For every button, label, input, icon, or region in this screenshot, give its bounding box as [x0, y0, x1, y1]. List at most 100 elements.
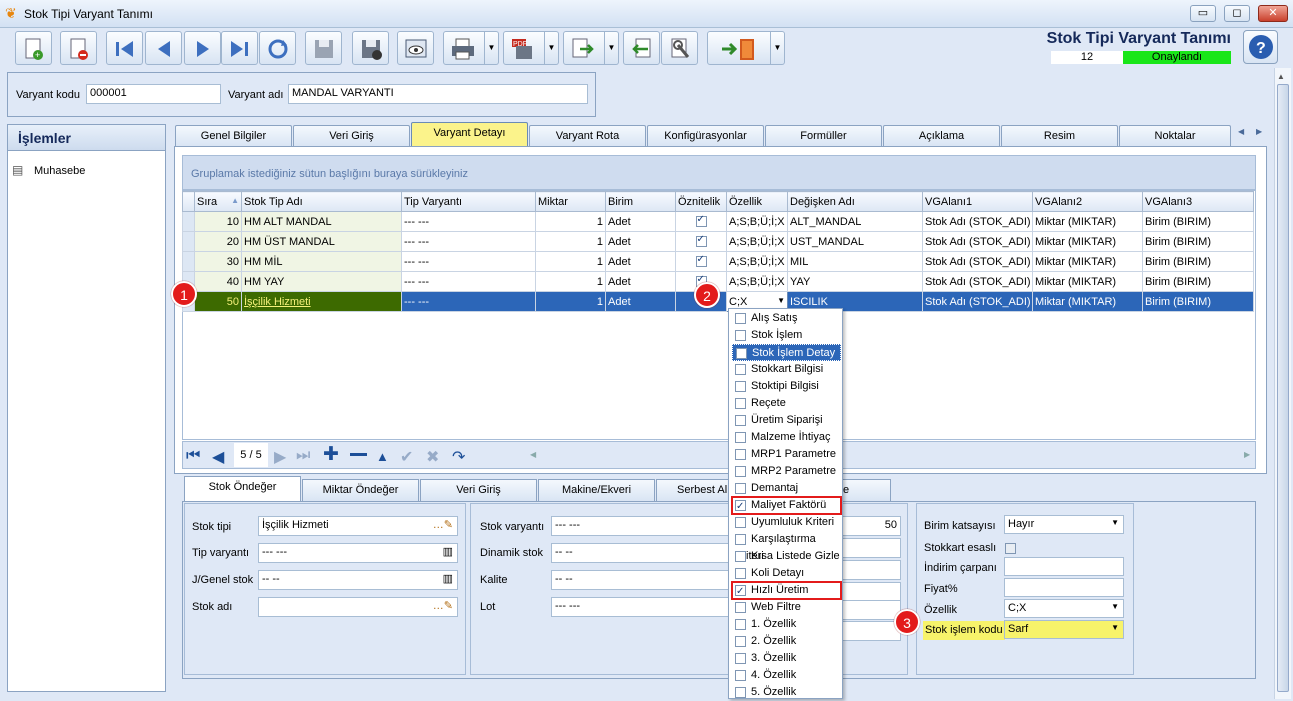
col-sira[interactable]: Sıra ▲	[194, 191, 242, 212]
nav-first-icon[interactable]: ⏮	[186, 447, 200, 465]
dropdown-item-checkbox[interactable]	[735, 516, 746, 528]
first-record-button[interactable]	[106, 31, 143, 65]
dropdown-item-checkbox[interactable]	[735, 380, 746, 392]
field-2[interactable]	[841, 538, 901, 558]
jgenel-stok-input[interactable]: -- -- ▥	[258, 570, 458, 590]
field-4[interactable]	[841, 582, 901, 602]
nav-post-icon[interactable]: ✔	[400, 447, 413, 467]
fiyat-input[interactable]	[1004, 578, 1124, 597]
dropdown-item-checkbox[interactable]	[735, 601, 746, 613]
sidebar-item-muhasebe[interactable]: ▤ Muhasebe	[12, 163, 152, 181]
dropdown-item[interactable]: Hızlı Üretim	[731, 581, 842, 600]
dropdown-item[interactable]: Stokkart Bilgisi	[732, 361, 841, 378]
dropdown-item[interactable]: Web Filtre	[732, 599, 841, 616]
dropdown-item[interactable]: MRP1 Parametre	[732, 446, 841, 463]
col-vgalani2[interactable]: VGAlanı2	[1032, 191, 1143, 212]
help-button[interactable]: ?	[1243, 30, 1278, 64]
stok-varyanti-input[interactable]: --- ---	[551, 516, 731, 536]
tip-varyanti-input[interactable]: --- --- ▥	[258, 543, 458, 563]
tab-veri-giris-bottom[interactable]: Veri Giriş	[420, 479, 537, 501]
field-3[interactable]	[841, 560, 901, 580]
dropdown-item-checkbox[interactable]	[735, 618, 746, 630]
dropdown-item-checkbox[interactable]	[735, 448, 746, 460]
delete-record-button[interactable]	[60, 31, 97, 65]
refresh-button[interactable]	[259, 31, 296, 65]
miktar-input[interactable]: 50	[841, 516, 901, 536]
nav-edit-icon[interactable]: ▲	[376, 449, 389, 464]
dropdown-item[interactable]: Malzeme İhtiyaç	[732, 429, 841, 446]
kalite-input[interactable]: -- --	[551, 570, 731, 590]
nav-add-icon[interactable]: ✚	[323, 443, 339, 466]
dropdown-item[interactable]: Karşılaştırma Kriteri	[732, 531, 841, 562]
settings-button[interactable]	[661, 31, 698, 65]
field-6[interactable]	[841, 621, 901, 641]
hscroll-right-icon[interactable]: ▶	[1244, 450, 1250, 459]
dropdown-item[interactable]: Stoktipi Bilgisi	[732, 378, 841, 395]
nav-prev-icon[interactable]: ◀	[212, 447, 224, 467]
dropdown-item[interactable]: Demantaj	[732, 480, 841, 497]
varyant-kodu-input[interactable]: 000001	[86, 84, 221, 104]
dropdown-item-checkbox[interactable]	[735, 550, 746, 562]
dropdown-item-checkbox[interactable]	[735, 652, 746, 664]
exit-dropdown[interactable]: ▼	[771, 31, 785, 65]
dropdown-item-checkbox[interactable]	[735, 635, 746, 647]
stok-islem-kodu-select[interactable]: Sarf ▼	[1004, 620, 1124, 639]
dropdown-item-checkbox[interactable]	[735, 431, 746, 443]
import-button[interactable]	[623, 31, 660, 65]
col-vgalani3[interactable]: VGAlanı3	[1142, 191, 1254, 212]
nav-remove-icon[interactable]	[350, 453, 367, 456]
nav-last-icon[interactable]: ⏭	[296, 447, 310, 465]
next-record-button[interactable]	[184, 31, 221, 65]
dropdown-item-checkbox[interactable]	[735, 482, 746, 494]
table-row[interactable]: 10HM ALT MANDAL--- ---1AdetA;S;B;Ü;İ;XAL…	[182, 211, 1254, 232]
dropdown-item[interactable]: Uyumluluk Kriteri	[732, 514, 841, 531]
dropdown-item[interactable]: Reçete	[732, 395, 841, 412]
dropdown-item-checkbox[interactable]	[735, 312, 746, 324]
dropdown-item-checkbox[interactable]	[735, 465, 746, 477]
dropdown-item[interactable]: Üretim Siparişi	[732, 412, 841, 429]
tab-konfigurasyonlar[interactable]: Konfigürasyonlar	[647, 125, 764, 146]
dropdown-item[interactable]: Maliyet Faktörü	[731, 496, 842, 515]
stok-tipi-input[interactable]: İşçilik Hizmeti …✎	[258, 516, 458, 536]
prev-record-button[interactable]	[145, 31, 182, 65]
tab-varyant-detayi[interactable]: Varyant Detayı	[411, 122, 528, 146]
col-tip-varyanti[interactable]: Tip Varyantı	[401, 191, 536, 212]
minimize-button[interactable]: ▭	[1190, 5, 1216, 22]
tab-veri-giris[interactable]: Veri Giriş	[293, 125, 410, 146]
dropdown-item-checkbox[interactable]	[735, 498, 746, 515]
hscroll-left-icon[interactable]: ◀	[530, 450, 536, 459]
tab-noktalar[interactable]: Noktalar	[1119, 125, 1231, 146]
dropdown-item-checkbox[interactable]	[735, 583, 746, 600]
new-record-button[interactable]: +	[15, 31, 52, 65]
print-dropdown[interactable]: ▼	[485, 31, 499, 65]
nav-refresh-icon[interactable]: ↷	[452, 447, 465, 467]
dropdown-item[interactable]: MRP2 Parametre	[732, 463, 841, 480]
last-record-button[interactable]	[221, 31, 258, 65]
nav-next-icon[interactable]: ▶	[274, 447, 286, 467]
col-stok-tip-adi[interactable]: Stok Tip Adı	[241, 191, 402, 212]
dropdown-item-checkbox[interactable]	[735, 533, 746, 545]
dropdown-item[interactable]: 2. Özellik	[732, 633, 841, 650]
save-button[interactable]	[305, 31, 342, 65]
dropdown-item[interactable]: 1. Özellik	[732, 616, 841, 633]
tab-genel-bilgiler[interactable]: Genel Bilgiler	[175, 125, 292, 146]
tab-scroll-left-icon[interactable]: ◀	[1238, 127, 1244, 136]
dropdown-item-checkbox[interactable]	[735, 686, 746, 698]
stok-adi-input[interactable]: …✎	[258, 597, 458, 617]
varyant-adi-input[interactable]: MANDAL VARYANTI	[288, 84, 588, 104]
dropdown-item-checkbox[interactable]	[736, 347, 747, 359]
table-row[interactable]: 20HM ÜST MANDAL--- ---1AdetA;S;B;Ü;İ;XUS…	[182, 231, 1254, 252]
restore-button[interactable]: ◻	[1224, 5, 1250, 22]
dropdown-item-checkbox[interactable]	[735, 397, 746, 409]
indirim-carpani-input[interactable]	[1004, 557, 1124, 576]
col-birim[interactable]: Birim	[605, 191, 676, 212]
dropdown-item[interactable]: Stok İşlem	[732, 327, 841, 344]
col-oznitelik[interactable]: Öznitelik	[675, 191, 727, 212]
print-button[interactable]	[443, 31, 485, 65]
oznitelik-checkbox[interactable]	[695, 234, 707, 248]
scroll-up-icon[interactable]: ▲	[1277, 72, 1285, 81]
pdf-export-button[interactable]: PDF	[503, 31, 545, 65]
birim-katsayisi-select[interactable]: Hayır ▼	[1004, 515, 1124, 534]
export-button[interactable]	[563, 31, 605, 65]
exit-button[interactable]	[707, 31, 771, 65]
